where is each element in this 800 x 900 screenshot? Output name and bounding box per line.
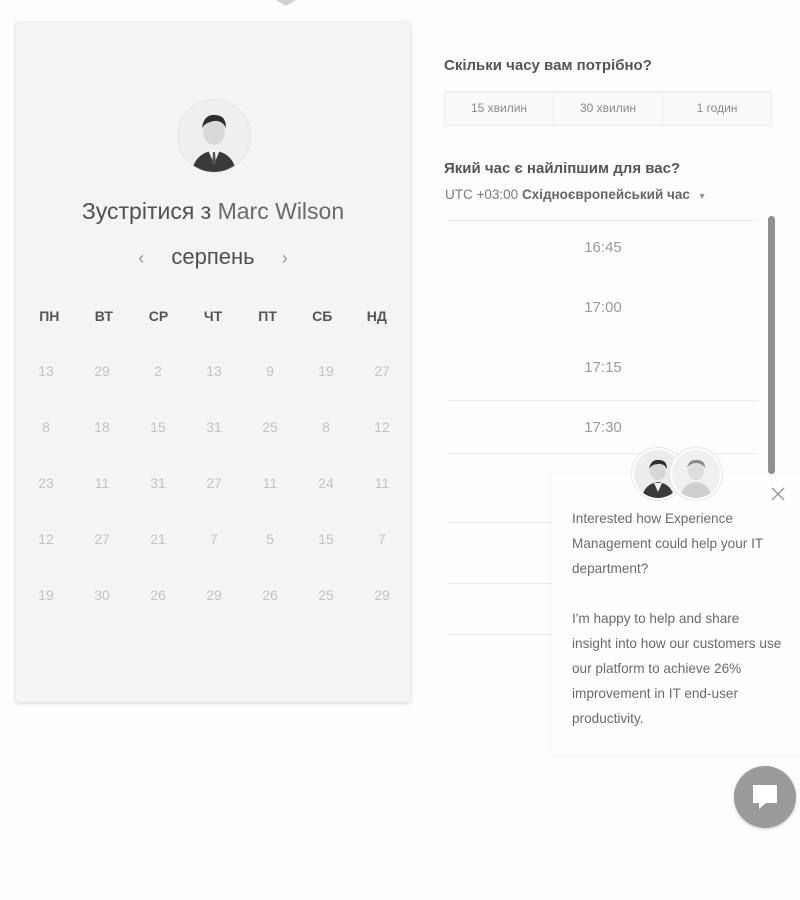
calendar-day: 27 xyxy=(206,475,222,491)
calendar-day: 2 xyxy=(154,363,162,379)
calendar-day: 12 xyxy=(374,419,390,435)
calendar-day: 15 xyxy=(318,531,334,547)
calendar-day: 13 xyxy=(38,363,54,379)
calendar-day: 19 xyxy=(318,363,334,379)
weekday-label: НД xyxy=(366,308,387,324)
timezone-offset: UTC +03:00 xyxy=(445,187,519,202)
time-slot-list: 16:45 17:00 17:15 17:30 xyxy=(448,220,758,460)
calendar-day: 11 xyxy=(94,475,110,491)
calendar-day: 21 xyxy=(150,531,166,547)
calendar-day: 29 xyxy=(94,363,110,379)
calendar-grid: 13 29 2 13 9 19 27 8 18 15 31 25 8 12 23… xyxy=(18,362,410,642)
calendar-day: 31 xyxy=(206,419,222,435)
calendar-day: 18 xyxy=(94,419,110,435)
calendar-day: 13 xyxy=(206,363,222,379)
calendar-day: 11 xyxy=(374,475,390,491)
calendar-day: 24 xyxy=(318,475,334,491)
calendar-week: 12 27 21 7 5 15 7 xyxy=(18,530,410,586)
slot-list-scrollbar[interactable] xyxy=(768,216,775,474)
slot-divider xyxy=(448,634,558,635)
slot-divider xyxy=(448,583,558,584)
duration-option-60[interactable]: 1 годин xyxy=(663,92,771,125)
next-month-icon[interactable]: › xyxy=(275,248,295,269)
meeting-title: Зустрітися з Marc Wilson xyxy=(16,198,410,225)
weekday-label: ПТ xyxy=(258,308,277,324)
host-name: Marc Wilson xyxy=(217,198,345,224)
calendar-day: 26 xyxy=(262,587,278,603)
timezone-name: Східноєвропейський час xyxy=(521,187,690,202)
calendar-day: 27 xyxy=(94,531,110,547)
time-slot[interactable]: 17:00 xyxy=(448,280,758,340)
weekday-label: СР xyxy=(148,308,169,324)
caret-down-icon: ▼ xyxy=(697,191,707,201)
month-navigation: ‹ серпень › xyxy=(16,244,410,270)
weekday-label: ПН xyxy=(39,308,60,324)
calendar-day: 7 xyxy=(210,531,218,547)
calendar-day: 29 xyxy=(206,587,222,603)
calendar-card: Зустрітися з Marc Wilson ‹ серпень › ПН … xyxy=(16,22,410,702)
calendar-day: 8 xyxy=(42,419,50,435)
chat-message: Interested how Experience Management cou… xyxy=(572,506,782,756)
agent-avatar xyxy=(672,450,720,498)
slot-divider xyxy=(448,522,558,523)
duration-selector: 15 хвилин 30 хвилин 1 годин xyxy=(444,91,772,126)
calendar-day: 7 xyxy=(378,531,386,547)
weekday-header: ПН ВТ СР ЧТ ПТ СБ НД xyxy=(22,308,404,324)
calendar-day: 29 xyxy=(374,587,390,603)
calendar-day: 5 xyxy=(266,531,274,547)
prev-month-icon[interactable]: ‹ xyxy=(131,248,151,269)
time-slot[interactable]: 17:15 xyxy=(448,340,758,400)
chat-agent-avatars xyxy=(632,450,722,502)
calendar-day: 25 xyxy=(318,587,334,603)
calendar-day: 15 xyxy=(150,419,166,435)
duration-question: Скільки часу вам потрібно? xyxy=(444,57,652,74)
chat-bubble-icon xyxy=(753,785,777,809)
close-icon[interactable] xyxy=(768,484,788,504)
person-photo-icon xyxy=(178,100,250,172)
calendar-day: 26 xyxy=(150,587,166,603)
weekday-label: ВТ xyxy=(94,308,113,324)
top-pointer-arrow xyxy=(276,0,296,6)
calendar-day: 31 xyxy=(150,475,166,491)
calendar-week: 13 29 2 13 9 19 27 xyxy=(18,362,410,418)
calendar-day: 25 xyxy=(262,419,278,435)
calendar-day: 27 xyxy=(374,363,390,379)
calendar-day: 11 xyxy=(262,475,278,491)
duration-option-30[interactable]: 30 хвилин xyxy=(554,92,663,125)
calendar-day: 30 xyxy=(94,587,110,603)
weekday-label: СБ xyxy=(312,308,333,324)
weekday-label: ЧТ xyxy=(203,308,223,324)
calendar-week: 19 30 26 29 26 25 29 xyxy=(18,586,410,642)
calendar-day: 19 xyxy=(38,587,54,603)
calendar-week: 23 11 31 27 11 24 11 xyxy=(18,474,410,530)
meeting-title-prefix: Зустрітися з xyxy=(81,198,212,224)
calendar-day: 9 xyxy=(266,363,274,379)
time-question: Який час є найліпшим для вас? xyxy=(444,160,681,177)
chat-launcher-button[interactable] xyxy=(734,766,796,828)
month-label: серпень xyxy=(171,244,255,269)
calendar-week: 8 18 15 31 25 8 12 xyxy=(18,418,410,474)
calendar-day: 12 xyxy=(38,531,54,547)
timezone-selector[interactable]: UTC +03:00 Східноєвропейський час ▼ xyxy=(445,187,707,202)
host-avatar xyxy=(178,100,250,172)
calendar-day: 8 xyxy=(322,419,330,435)
chat-message-intro: Interested how Experience Management cou… xyxy=(572,511,763,576)
duration-option-15[interactable]: 15 хвилин xyxy=(445,92,554,125)
time-slot[interactable]: 16:45 xyxy=(448,220,758,280)
person-photo-icon xyxy=(672,450,720,498)
chat-message-body: I'm happy to help and share insight into… xyxy=(572,611,782,726)
calendar-day: 23 xyxy=(38,475,54,491)
